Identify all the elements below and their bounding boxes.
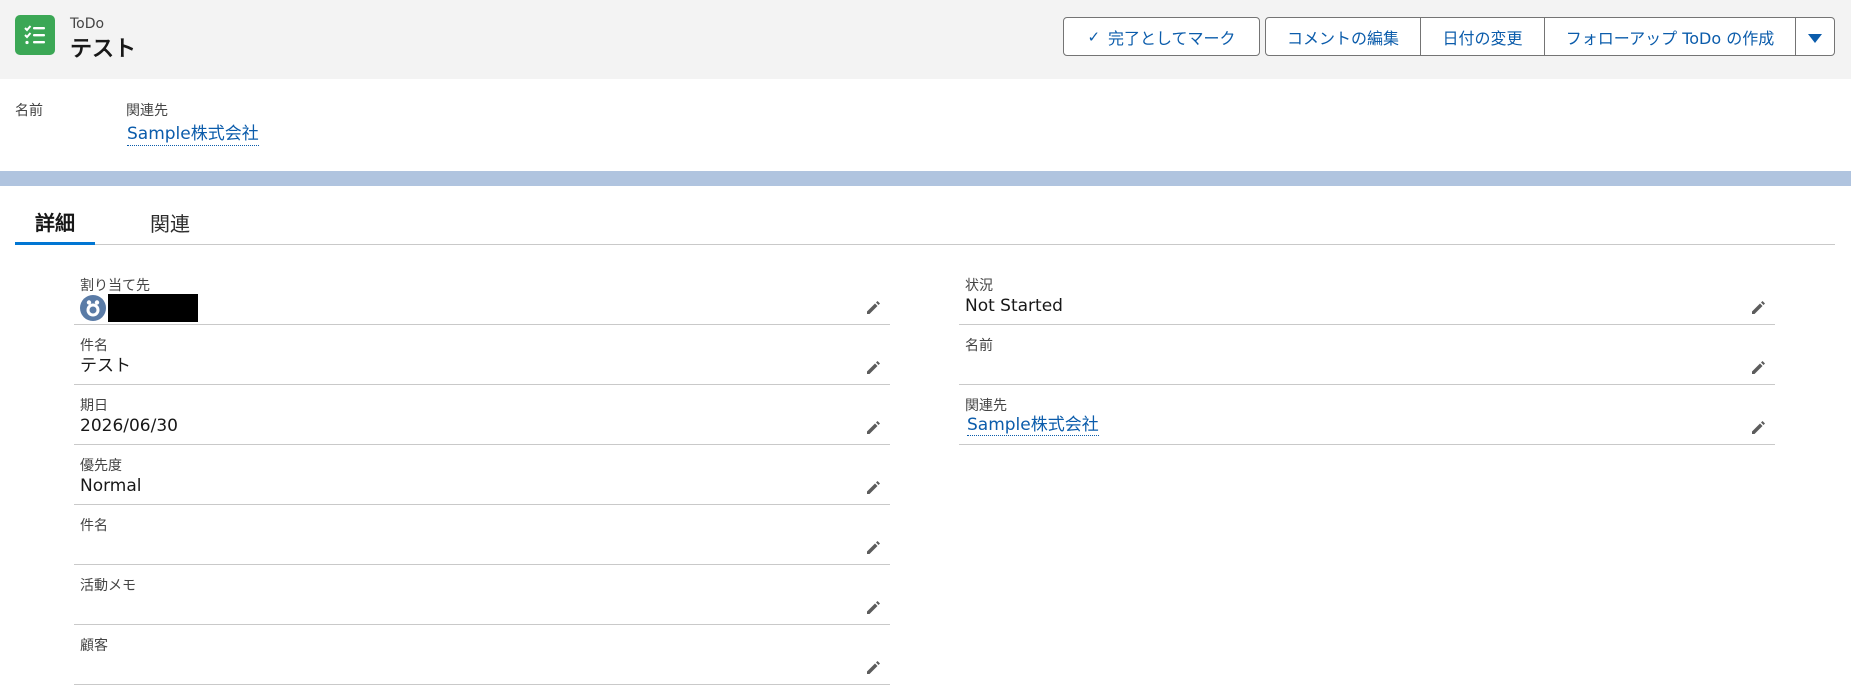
field-label: 割り当て先 <box>80 278 150 294</box>
record-title: テスト <box>70 37 137 62</box>
tab-related[interactable]: 関連 <box>125 200 215 245</box>
field-related-to: 関連先 Sample株式会社 <box>959 385 1775 445</box>
object-type-label: ToDo <box>70 16 105 32</box>
assigned-user-name-redacted[interactable] <box>108 294 198 322</box>
field-status: 状況 Not Started <box>959 265 1775 325</box>
pencil-edit-icon[interactable] <box>1749 359 1767 377</box>
pencil-edit-icon[interactable] <box>864 659 882 677</box>
chevron-down-icon <box>1808 33 1822 43</box>
highlight-name-label: 名前 <box>15 103 43 119</box>
pencil-edit-icon[interactable] <box>864 479 882 497</box>
pencil-edit-icon[interactable] <box>1749 299 1767 317</box>
related-to-link[interactable]: Sample株式会社 <box>967 415 1099 436</box>
field-label: 活動メモ <box>80 578 136 594</box>
record-header: ToDo テスト ✓ 完了としてマーク コメントの編集 日付の変更 フォローアッ… <box>0 0 1851 79</box>
record-tabs: 詳細 関連 <box>15 200 1835 245</box>
field-value: 2026/06/30 <box>80 416 178 436</box>
pencil-edit-icon[interactable] <box>864 419 882 437</box>
change-date-button[interactable]: 日付の変更 <box>1421 17 1545 56</box>
field-name: 名前 <box>959 325 1775 385</box>
edit-comments-button[interactable]: コメントの編集 <box>1265 17 1421 56</box>
field-subject-2: 件名 <box>74 505 890 565</box>
pencil-edit-icon[interactable] <box>864 299 882 317</box>
field-label: 名前 <box>965 338 993 354</box>
pencil-edit-icon[interactable] <box>1749 419 1767 437</box>
pencil-edit-icon[interactable] <box>864 599 882 617</box>
field-customer: 顧客 <box>74 625 890 685</box>
field-label: 件名 <box>80 338 108 354</box>
mark-complete-button[interactable]: ✓ 完了としてマーク <box>1063 17 1260 56</box>
field-value: テスト <box>80 356 131 376</box>
pencil-edit-icon[interactable] <box>864 539 882 557</box>
check-icon: ✓ <box>1087 27 1101 46</box>
mark-complete-label: 完了としてマーク <box>1108 28 1236 48</box>
field-label: 期日 <box>80 398 108 414</box>
field-priority: 優先度 Normal <box>74 445 890 505</box>
field-subject: 件名 テスト <box>74 325 890 385</box>
field-label: 状況 <box>965 278 993 294</box>
more-actions-button[interactable] <box>1796 17 1835 56</box>
highlight-related-link[interactable]: Sample株式会社 <box>127 124 259 146</box>
action-button-group: コメントの編集 日付の変更 フォローアップ ToDo の作成 <box>1265 17 1835 56</box>
field-label: 顧客 <box>80 638 108 654</box>
tab-details[interactable]: 詳細 <box>15 200 95 245</box>
highlight-related-label: 関連先 <box>126 103 168 119</box>
field-label: 件名 <box>80 518 108 534</box>
task-checklist-icon <box>15 15 55 55</box>
user-avatar-icon[interactable] <box>80 295 106 321</box>
highlights-panel: 名前 関連先 Sample株式会社 <box>0 79 1851 171</box>
pencil-edit-icon[interactable] <box>864 359 882 377</box>
field-label: 関連先 <box>965 398 1007 414</box>
field-value: Not Started <box>965 296 1063 316</box>
field-label: 優先度 <box>80 458 122 474</box>
field-value: Normal <box>80 476 142 496</box>
create-followup-todo-button[interactable]: フォローアップ ToDo の作成 <box>1545 17 1796 56</box>
divider-band <box>0 171 1851 186</box>
field-assigned-to: 割り当て先 <box>74 265 890 325</box>
field-activity-memo: 活動メモ <box>74 565 890 625</box>
field-due-date: 期日 2026/06/30 <box>74 385 890 445</box>
